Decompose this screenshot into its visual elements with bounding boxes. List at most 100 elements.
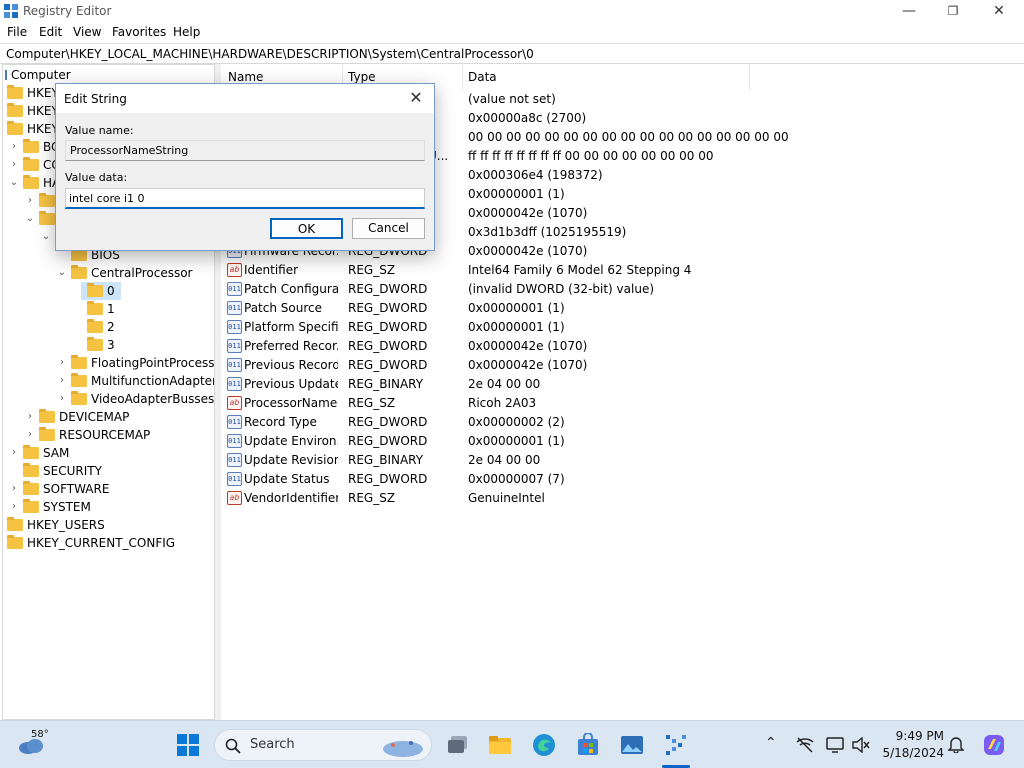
value-data: Ricoh 2A03 (468, 396, 537, 410)
registry-editor-icon (4, 4, 18, 18)
menu-file[interactable]: File (7, 25, 27, 39)
menu-help[interactable]: Help (173, 25, 200, 39)
tree-item-cp-3[interactable]: 3 (3, 336, 214, 354)
list-item[interactable]: 011 Update Environ... REG_DWORD 0x00000001 … (221, 432, 1024, 451)
chevron-right-icon[interactable]: › (9, 156, 19, 174)
taskbar-search[interactable]: Search (214, 729, 432, 761)
value-type: REG_DWORD (348, 282, 428, 296)
tree-item-videoadapterbusses[interactable]: › VideoAdapterBusses (3, 390, 214, 408)
copilot-icon[interactable] (982, 733, 1006, 757)
value-data: 0x0000042e (1070) (468, 358, 588, 372)
tree-item-cp-2[interactable]: 2 (3, 318, 214, 336)
menu-edit[interactable]: Edit (39, 25, 62, 39)
list-item[interactable]: 011Patch Configura... REG_DWORD (invalid D… (221, 280, 1024, 299)
chevron-right-icon[interactable]: › (9, 444, 19, 462)
close-button[interactable]: ✕ (976, 0, 1022, 22)
column-header-data[interactable]: Data (468, 70, 497, 84)
tree-item-resourcemap[interactable]: › RESOURCEMAP (3, 426, 214, 444)
tree-item-cp-1[interactable]: 1 (3, 300, 214, 318)
value-data: 0x00000001 (1) (468, 434, 565, 448)
tree-item-security[interactable]: SECURITY (3, 462, 214, 480)
speaker-muted-icon[interactable] (852, 737, 870, 753)
list-item[interactable]: 011 Preferred Recor... REG_DWORD 0x0000042e… (221, 337, 1024, 356)
chevron-down-icon[interactable]: ⌄ (41, 228, 51, 246)
list-item[interactable]: 011 Update Revision REG_BINARY 2e 04 00 00 (221, 451, 1024, 470)
network-disconnected-icon[interactable] (796, 737, 814, 753)
chevron-down-icon[interactable]: ⌄ (57, 264, 67, 282)
folder-icon (7, 85, 23, 99)
column-header-name[interactable]: Name (228, 70, 263, 84)
registry-editor-taskbar-icon[interactable] (664, 733, 688, 757)
weather-widget[interactable]: 58° (18, 729, 54, 761)
address-path[interactable]: Computer\HKEY_LOCAL_MACHINE\HARDWARE\DES… (6, 47, 534, 61)
chevron-right-icon[interactable]: › (9, 480, 19, 498)
chevron-right-icon[interactable]: › (25, 408, 35, 426)
folder-icon (23, 481, 39, 495)
chevron-right-icon[interactable]: › (25, 192, 35, 210)
cancel-button[interactable]: Cancel (352, 218, 425, 239)
value-data: 0x0000042e (1070) (468, 339, 588, 353)
minimize-button[interactable]: — (886, 0, 932, 22)
value-data: (value not set) (468, 92, 556, 106)
chevron-down-icon[interactable]: ⌄ (9, 174, 19, 192)
value-data: 2e 04 00 00 (468, 453, 541, 467)
menu-favorites[interactable]: Favorites (112, 25, 166, 39)
maximize-button[interactable]: ❐ (930, 0, 976, 22)
tree-item-software[interactable]: › SOFTWARE (3, 480, 214, 498)
chevron-right-icon[interactable]: › (57, 354, 67, 372)
value-data: 0x00000a8c (2700) (468, 111, 587, 125)
folder-icon (23, 499, 39, 513)
tree-item-centralprocessor[interactable]: ⌄ CentralProcessor (3, 264, 214, 282)
tree-item-cp-0[interactable]: 0 (81, 282, 121, 300)
list-item[interactable]: 011Previous Record... REG_DWORD 0x0000042e… (221, 356, 1024, 375)
value-data: 0x00000002 (2) (468, 415, 565, 429)
value-name: ProcessorName... (244, 396, 338, 410)
tree-item-sam[interactable]: › SAM (3, 444, 214, 462)
list-item[interactable]: 011 Patch Source REG_DWORD 0x00000001 (1) (221, 299, 1024, 318)
chevron-up-icon[interactable]: ⌃ (765, 735, 777, 751)
list-item[interactable]: 011Platform Specifi... REG_DWORD 0x0000000… (221, 318, 1024, 337)
task-view-icon[interactable] (446, 733, 470, 757)
list-item[interactable]: ab VendorIdentifier REG_SZ GenuineIntel (221, 489, 1024, 508)
string-value-icon: ab (227, 396, 242, 410)
chevron-right-icon[interactable]: › (57, 372, 67, 390)
tree-item-devicemap[interactable]: › DEVICEMAP (3, 408, 214, 426)
chevron-right-icon[interactable]: › (25, 426, 35, 444)
list-item[interactable]: 011 Update Status REG_DWORD 0x00000007 (7) (221, 470, 1024, 489)
edge-browser-icon[interactable] (532, 733, 556, 757)
file-explorer-icon[interactable] (488, 733, 512, 757)
microsoft-store-icon[interactable] (576, 733, 600, 757)
address-bar[interactable]: Computer\HKEY_LOCAL_MACHINE\HARDWARE\DES… (0, 43, 1024, 64)
value-name: Patch Configura... (244, 282, 338, 296)
tree-item-hkey-users[interactable]: HKEY_USERS (3, 516, 214, 534)
binary-value-icon: 011 (227, 301, 242, 315)
binary-value-icon: 011 (227, 415, 242, 429)
list-item[interactable]: ab Identifier REG_SZ Intel64 Family 6 Model… (221, 261, 1024, 280)
tree-item-computer[interactable]: Computer (3, 66, 214, 84)
chevron-down-icon[interactable]: ⌄ (25, 210, 35, 228)
notification-bell-icon[interactable] (948, 735, 964, 753)
tree-item-floatingpointprocessor[interactable]: › FloatingPointProcessor (3, 354, 214, 372)
folder-icon (23, 157, 39, 171)
value-data-input[interactable]: intel core i1 0 (65, 188, 425, 209)
chevron-right-icon[interactable]: › (9, 138, 19, 156)
tree-item-system-hive[interactable]: › SYSTEM (3, 498, 214, 516)
chevron-right-icon[interactable]: › (57, 390, 67, 408)
display-icon[interactable] (826, 737, 844, 753)
value-data: 0x0000042e (1070) (468, 244, 588, 258)
list-item[interactable]: 011 Record Type REG_DWORD 0x00000002 (2) (221, 413, 1024, 432)
ok-button[interactable]: OK (270, 218, 343, 239)
column-header-type[interactable]: Type (348, 70, 376, 84)
value-type: REG_DWORD (348, 415, 428, 429)
list-item[interactable]: abProcessorName... REG_SZ Ricoh 2A03 (221, 394, 1024, 413)
chevron-right-icon[interactable]: › (9, 498, 19, 516)
dialog-close-icon[interactable]: ✕ (406, 88, 426, 108)
start-windows-icon[interactable] (176, 733, 200, 757)
clock[interactable]: 9:49 PM 5/18/2024 (880, 728, 944, 762)
photos-icon[interactable] (620, 733, 644, 757)
tree-item-hkey-current-config[interactable]: HKEY_CURRENT_CONFIG (3, 534, 214, 552)
list-item[interactable]: 011Previous Update... REG_BINARY 2e 04 00 … (221, 375, 1024, 394)
value-data: 0x00000007 (7) (468, 472, 565, 486)
tree-item-multifunctionadapter[interactable]: › MultifunctionAdapter (3, 372, 214, 390)
menu-view[interactable]: View (73, 25, 101, 39)
